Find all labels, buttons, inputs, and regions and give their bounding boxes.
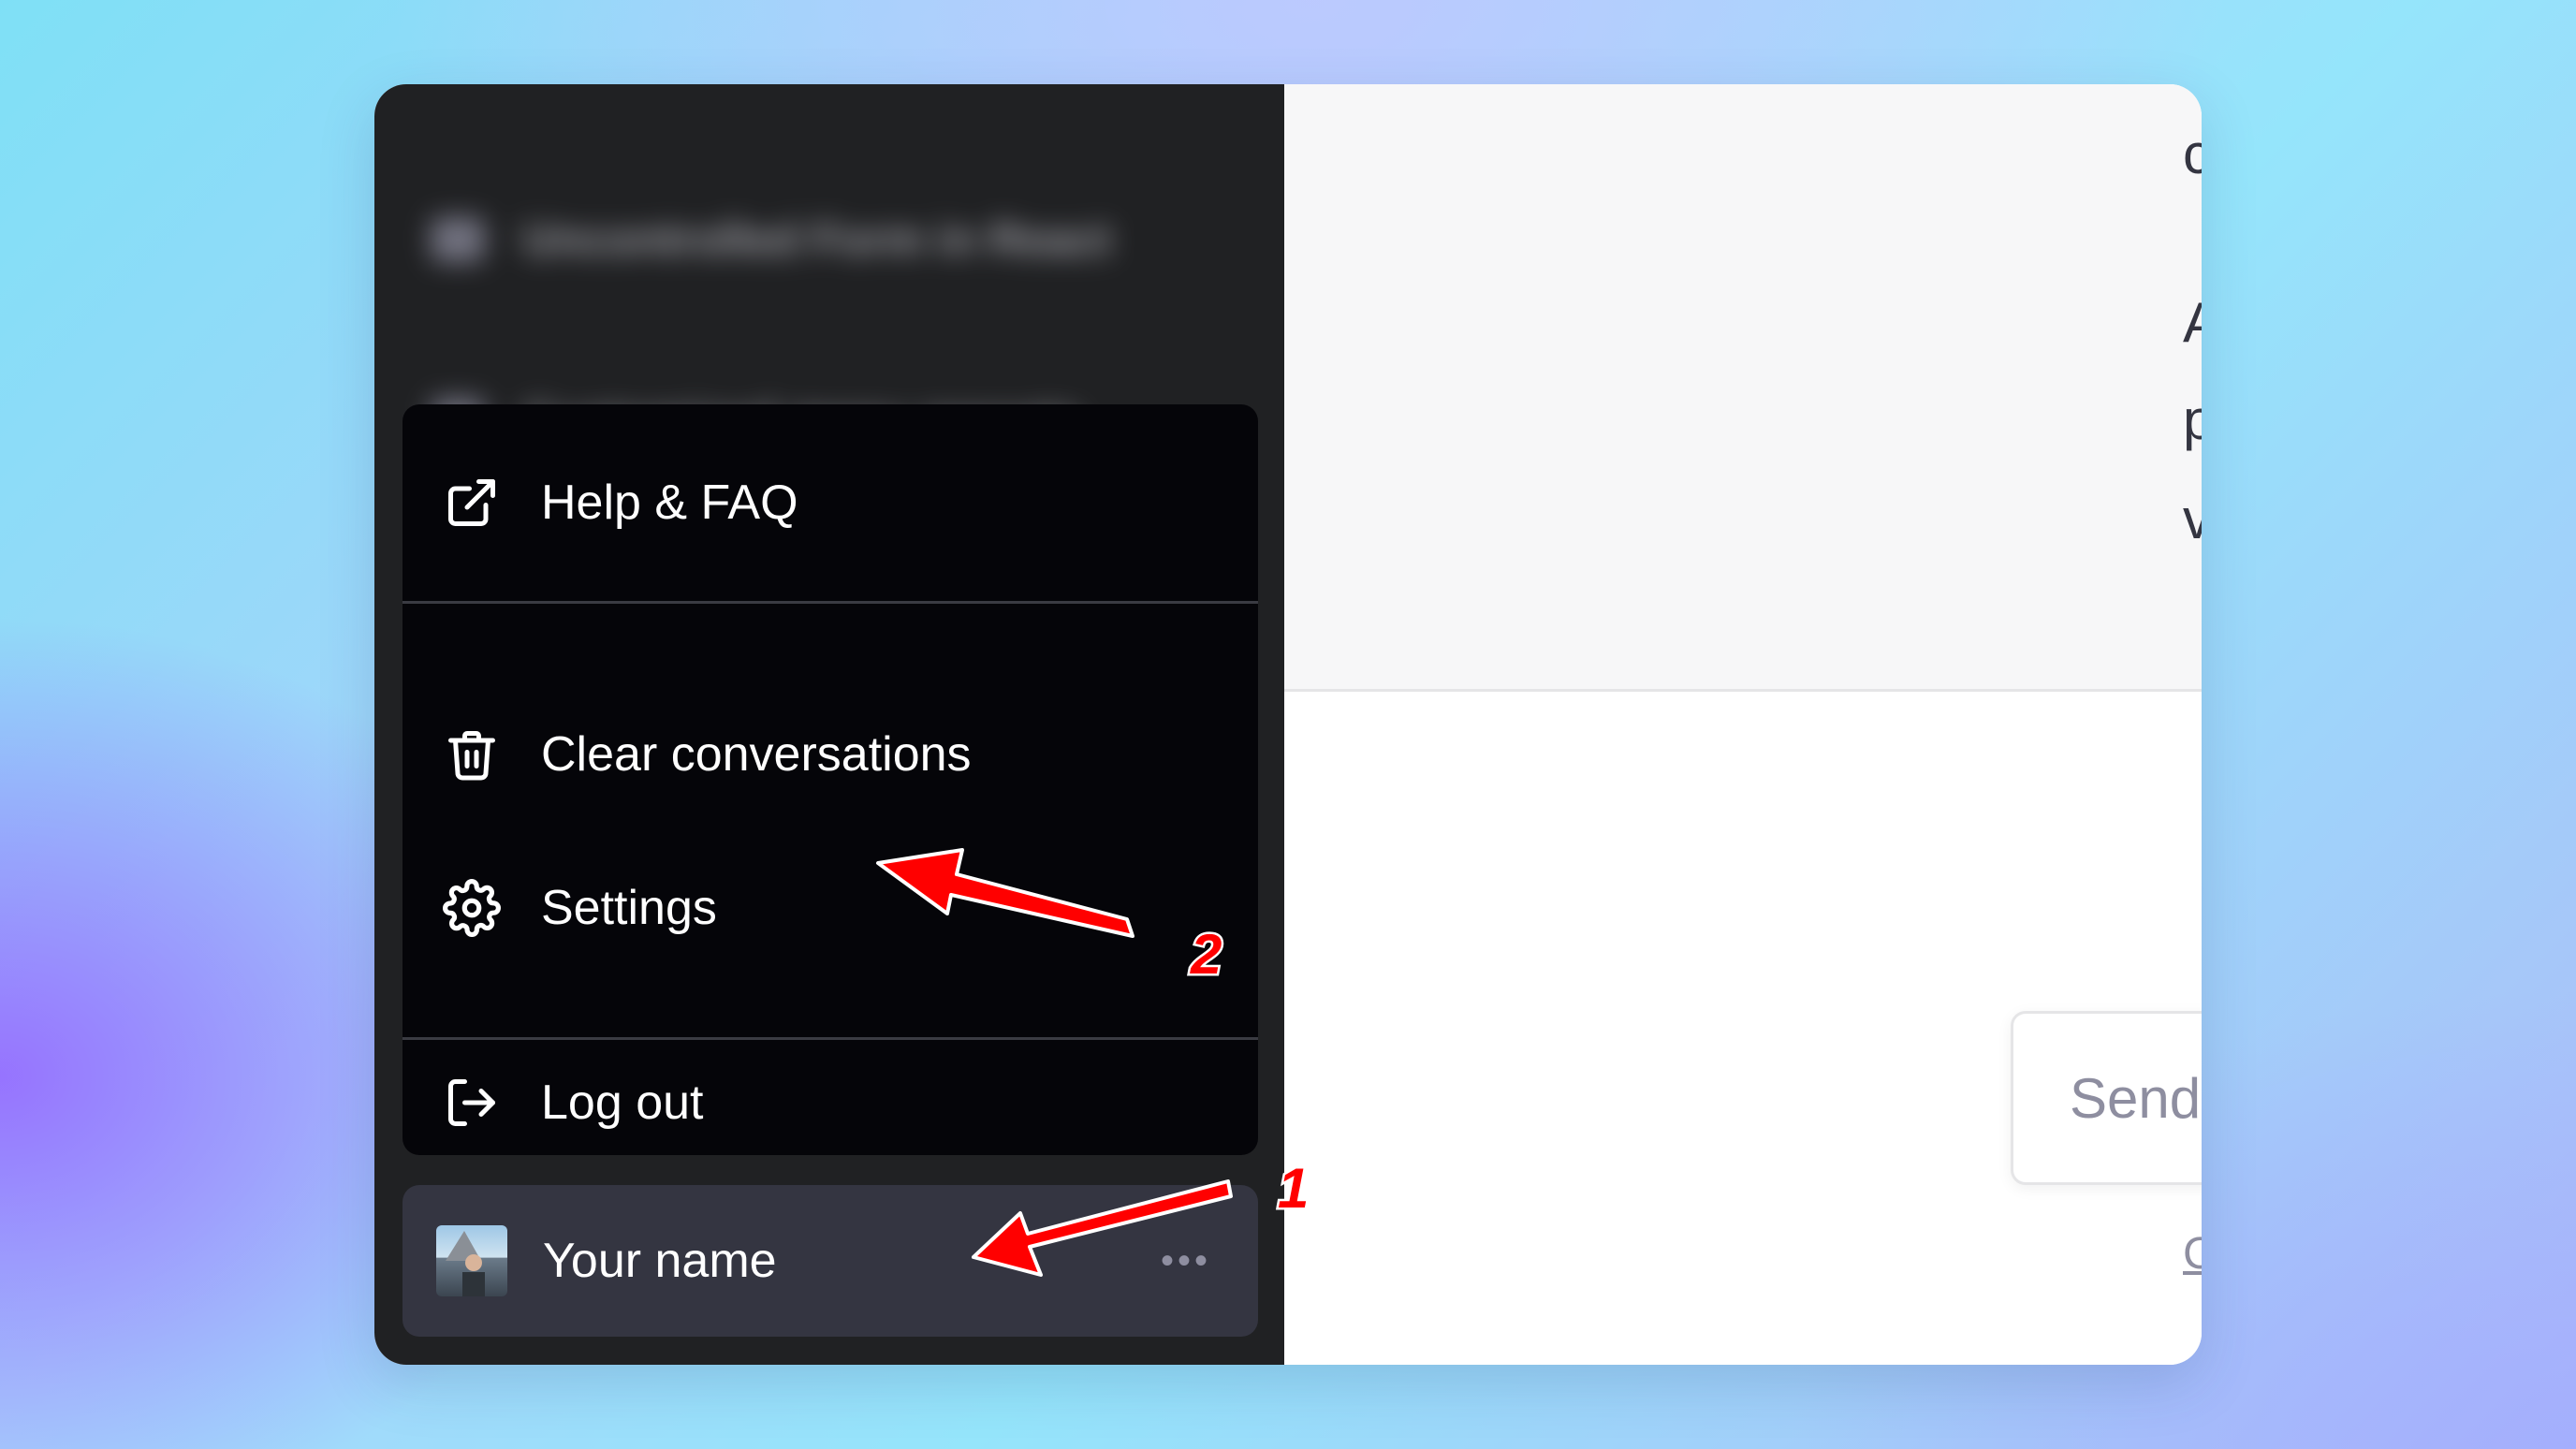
message-input[interactable]: Send (2011, 1011, 2202, 1185)
settings-item[interactable]: Settings (402, 852, 1258, 964)
avatar (436, 1225, 507, 1296)
settings-label: Settings (541, 881, 717, 935)
sidebar: Uncontrolled Form in React Customized me… (374, 84, 1284, 1365)
external-link-icon (442, 473, 502, 533)
truncated-text: p (2183, 388, 2202, 451)
history-item-1[interactable]: Uncontrolled Form in React (431, 212, 1111, 268)
logout-label: Log out (541, 1076, 704, 1130)
user-profile-button[interactable]: Your name ••• (402, 1185, 1258, 1337)
gear-icon (442, 878, 502, 938)
more-options-icon[interactable]: ••• (1161, 1240, 1211, 1282)
truncated-text: c (2183, 123, 2202, 185)
truncated-text: v (2183, 488, 2202, 550)
menu-divider (402, 1037, 1258, 1040)
history-item-label: Uncontrolled Form in React (522, 214, 1112, 265)
user-menu-popover: Help & FAQ Clear conversations Settings … (402, 404, 1258, 1155)
logout-icon (442, 1073, 502, 1133)
trash-icon (442, 724, 502, 784)
user-name: Your name (543, 1234, 777, 1288)
message-input-placeholder: Send (2070, 1067, 2202, 1130)
truncated-text: A (2183, 290, 2202, 355)
chat-bubble-icon (431, 217, 485, 262)
app-window: Uncontrolled Form in React Customized me… (374, 84, 2202, 1365)
truncated-link[interactable]: C (2183, 1228, 2202, 1280)
logout-item[interactable]: Log out (402, 1050, 1258, 1155)
conversation-area: c A p v (1284, 84, 2202, 692)
help-faq-label: Help & FAQ (541, 476, 798, 530)
main-panel: c A p v Send C (1284, 84, 2202, 1365)
help-faq-item[interactable]: Help & FAQ (402, 404, 1258, 601)
clear-conversations-label: Clear conversations (541, 727, 972, 782)
menu-divider (402, 601, 1258, 604)
clear-conversations-item[interactable]: Clear conversations (402, 698, 1258, 811)
